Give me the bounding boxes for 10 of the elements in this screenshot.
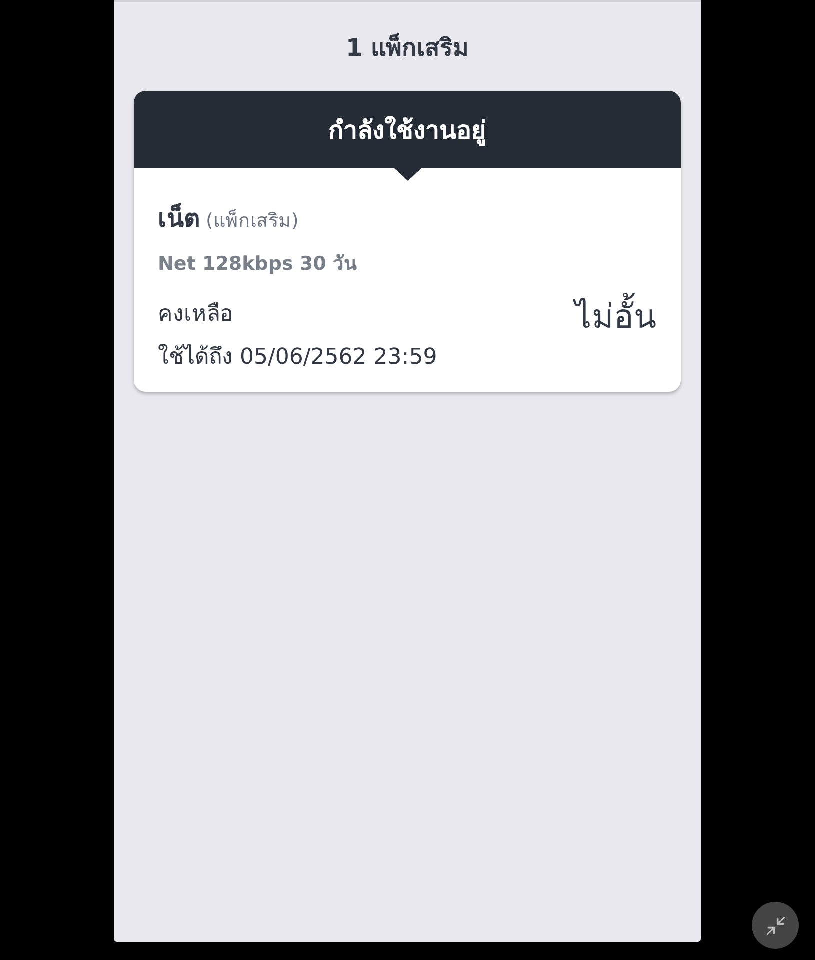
minimize-icon (764, 914, 786, 936)
status-label: กำลังใช้งานอยู่ (328, 114, 486, 148)
remaining-label: คงเหลือ (158, 301, 234, 329)
page-title: 1 แพ็กเสริม (346, 32, 470, 64)
package-description: Net 128kbps 30 วัน (158, 252, 358, 277)
expiry-date: ใช้ได้ถึง 05/06/2562 23:59 (158, 343, 438, 372)
remaining-value: ไม่อั้น (575, 290, 657, 343)
package-type: (แพ็กเสริม) (206, 208, 299, 234)
minimize-button[interactable] (752, 902, 799, 949)
package-name: เน็ต (158, 202, 200, 235)
